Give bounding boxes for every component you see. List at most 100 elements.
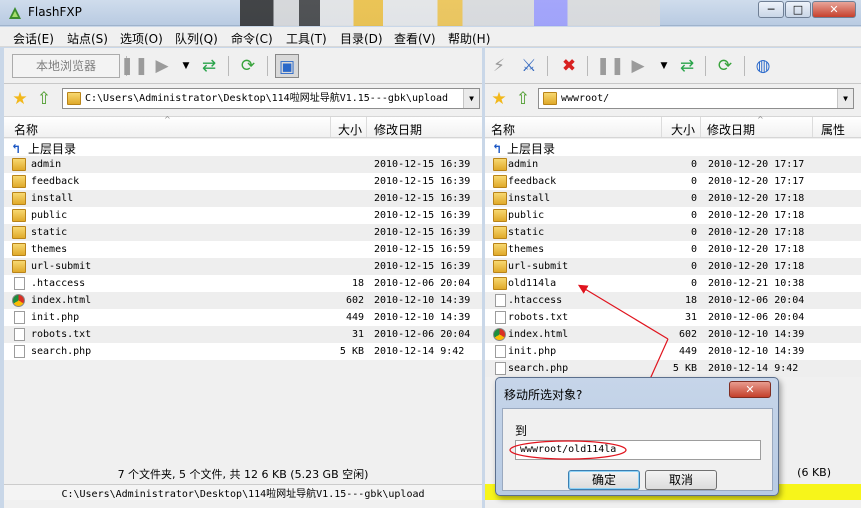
file-icon <box>14 277 25 290</box>
file-size: 0 <box>690 227 697 238</box>
remote-path-input[interactable]: wwwroot/ ▼ <box>538 88 854 109</box>
file-name: old114la <box>508 278 557 289</box>
column-divider[interactable] <box>700 117 701 137</box>
column-size[interactable]: 大小 <box>338 121 362 138</box>
folder-icon <box>12 175 26 188</box>
file-date: 2010-12-06 20:04 <box>374 329 471 340</box>
file-row[interactable]: static 2010-12-15 16:39 <box>4 224 482 241</box>
file-size: 18 <box>684 295 697 306</box>
connect-icon[interactable]: ⚡ <box>487 54 511 78</box>
file-row[interactable]: static 0 2010-12-20 17:18 <box>485 224 861 241</box>
local-browse-toggle-icon[interactable]: ▣ <box>275 54 299 78</box>
file-row[interactable]: themes 0 2010-12-20 17:18 <box>485 241 861 258</box>
column-name[interactable]: 名称 <box>14 121 38 138</box>
menu-tools[interactable]: 工具(T) <box>286 30 327 47</box>
file-row[interactable]: robots.txt 31 2010-12-06 20:04 <box>485 309 861 326</box>
parent-folder-icon[interactable]: ⇧ <box>511 87 535 111</box>
file-row[interactable]: index.html 602 2010-12-10 14:39 <box>485 326 861 343</box>
file-row[interactable]: .htaccess 18 2010-12-06 20:04 <box>485 292 861 309</box>
file-size: 0 <box>690 159 697 170</box>
menu-sites[interactable]: 站点(S) <box>67 30 108 47</box>
column-name[interactable]: 名称 <box>491 121 515 138</box>
chevron-down-icon[interactable]: ▼ <box>180 54 192 78</box>
column-size[interactable]: 大小 <box>671 121 695 138</box>
menu-session[interactable]: 会话(E) <box>13 30 54 47</box>
toolbar-separator <box>587 56 588 76</box>
column-attributes[interactable]: 属性 <box>821 121 845 138</box>
parent-dir-row[interactable]: ↰ 上层目录 <box>4 139 482 157</box>
file-row[interactable]: feedback 0 2010-12-20 17:17 <box>485 173 861 190</box>
file-date: 2010-12-15 16:39 <box>374 193 471 204</box>
menu-queue[interactable]: 队列(Q) <box>175 30 218 47</box>
close-window-button[interactable]: ✕ <box>812 1 856 18</box>
file-icon <box>14 311 25 324</box>
disconnect-icon[interactable]: ⚔ <box>517 54 541 78</box>
transfer-icon[interactable]: ⇄ <box>675 54 699 78</box>
transfer-icon[interactable]: ⇄ <box>197 54 221 78</box>
column-divider[interactable] <box>812 117 813 137</box>
parent-dir-row[interactable]: ↰ 上层目录 <box>485 139 861 157</box>
file-name: .htaccess <box>508 295 563 306</box>
file-date: 2010-12-15 16:39 <box>374 176 471 187</box>
file-row[interactable]: feedback 2010-12-15 16:39 <box>4 173 482 190</box>
file-row[interactable]: admin 2010-12-15 16:39 <box>4 156 482 173</box>
file-row[interactable]: url-submit 0 2010-12-20 17:18 <box>485 258 861 275</box>
file-row[interactable]: url-submit 2010-12-15 16:39 <box>4 258 482 275</box>
column-divider[interactable] <box>330 117 331 137</box>
menu-view[interactable]: 查看(V) <box>394 30 436 47</box>
cancel-button[interactable]: 取消 <box>645 470 717 490</box>
parent-folder-icon[interactable]: ⇧ <box>32 87 56 111</box>
file-row[interactable]: install 0 2010-12-20 17:18 <box>485 190 861 207</box>
annotation-ellipse <box>509 440 627 460</box>
file-name: url-submit <box>31 261 92 272</box>
menu-options[interactable]: 选项(O) <box>120 30 163 47</box>
window-title: FlashFXP <box>28 5 82 19</box>
maximize-button[interactable]: □ <box>785 1 811 18</box>
file-row[interactable]: public 0 2010-12-20 17:18 <box>485 207 861 224</box>
refresh-icon[interactable]: ⟳ <box>713 54 737 78</box>
column-date[interactable]: 修改日期 <box>374 121 422 138</box>
column-divider[interactable] <box>366 117 367 137</box>
file-row[interactable]: index.html 602 2010-12-10 14:39 <box>4 292 482 309</box>
menu-help[interactable]: 帮助(H) <box>448 30 490 47</box>
refresh-icon[interactable]: ⟳ <box>236 54 260 78</box>
file-row[interactable]: admin 0 2010-12-20 17:17 <box>485 156 861 173</box>
file-name: search.php <box>31 346 92 357</box>
play-icon[interactable]: ▶ <box>150 54 174 78</box>
local-path-input[interactable]: C:\Users\Administrator\Desktop\114啦网址导航V… <box>62 88 480 109</box>
file-row[interactable]: robots.txt 31 2010-12-06 20:04 <box>4 326 482 343</box>
play-icon[interactable]: ▶ <box>626 54 650 78</box>
folder-icon <box>12 209 26 222</box>
local-browser-button[interactable]: 本地浏览器 <box>12 54 120 78</box>
file-row[interactable]: install 2010-12-15 16:39 <box>4 190 482 207</box>
local-path-bar: ★ ⇧ C:\Users\Administrator\Desktop\114啦网… <box>4 86 482 114</box>
menu-commands[interactable]: 命令(C) <box>231 30 273 47</box>
chevron-down-icon[interactable]: ▼ <box>463 89 479 108</box>
abort-icon[interactable]: ✖ <box>557 54 581 78</box>
file-row[interactable]: old114la 0 2010-12-21 10:38 <box>485 275 861 292</box>
file-row[interactable]: init.php 449 2010-12-10 14:39 <box>485 343 861 360</box>
file-row[interactable]: init.php 449 2010-12-10 14:39 <box>4 309 482 326</box>
ok-button[interactable]: 确定 <box>568 470 640 490</box>
folder-icon <box>493 243 507 256</box>
minimize-button[interactable]: ─ <box>758 1 784 18</box>
file-row[interactable]: themes 2010-12-15 16:59 <box>4 241 482 258</box>
menu-directory[interactable]: 目录(D) <box>340 30 383 47</box>
dialog-close-button[interactable]: ✕ <box>729 381 771 398</box>
file-row[interactable]: public 2010-12-15 16:39 <box>4 207 482 224</box>
column-divider[interactable] <box>661 117 662 137</box>
file-row[interactable]: .htaccess 18 2010-12-06 20:04 <box>4 275 482 292</box>
file-date: 2010-12-10 14:39 <box>708 346 805 357</box>
star-icon[interactable]: ★ <box>487 87 511 111</box>
column-date[interactable]: 修改日期 <box>707 121 755 138</box>
globe-icon[interactable]: ◍ <box>751 54 775 78</box>
pause-icon[interactable]: ❚❚ <box>596 54 625 78</box>
chevron-down-icon[interactable]: ▼ <box>837 89 853 108</box>
remote-file-list: ↰ 上层目录 admin 0 2010-12-20 17:17 feedback 0 20… <box>485 139 861 377</box>
chevron-down-icon[interactable]: ▼ <box>658 54 670 78</box>
file-row[interactable]: search.php 5 KB 2010-12-14 9:42 <box>485 360 861 377</box>
star-icon[interactable]: ★ <box>8 87 32 111</box>
file-size: 449 <box>345 312 364 323</box>
pause-icon[interactable]: ❚❚ <box>120 54 149 78</box>
file-row[interactable]: search.php 5 KB 2010-12-14 9:42 <box>4 343 482 360</box>
